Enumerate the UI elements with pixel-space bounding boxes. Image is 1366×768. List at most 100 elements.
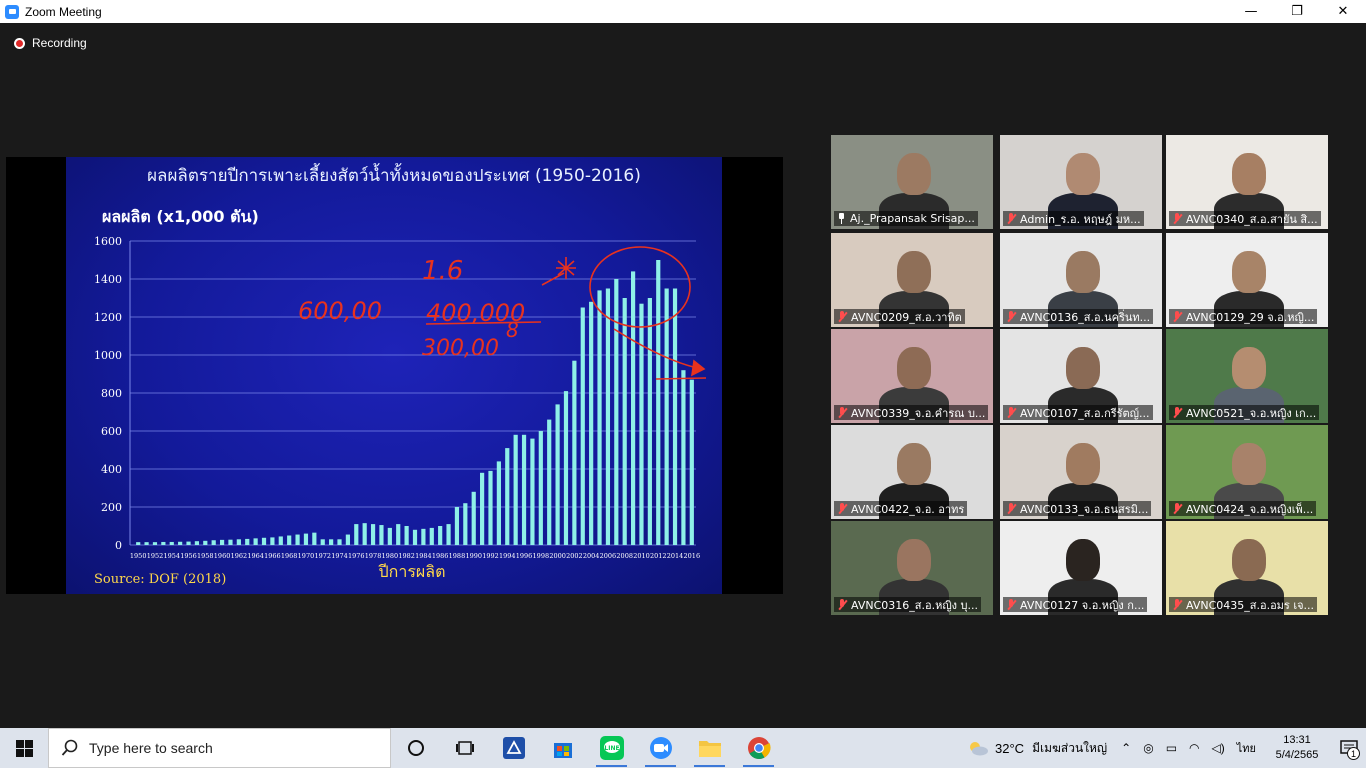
taskbar-store[interactable] (538, 728, 587, 768)
participant-face (897, 443, 931, 485)
input-language[interactable]: ไทย (1237, 739, 1256, 757)
taskbar-clock[interactable]: 13:31 5/4/2565 (1262, 733, 1332, 763)
participant-tile[interactable]: AVNC0127 จ.อ.หญิง ก... (1000, 521, 1162, 615)
bar (530, 438, 535, 545)
participant-tile[interactable]: Admin_ร.อ. หฤษฎ์ มห... (1000, 135, 1162, 229)
taskbar-search-box[interactable]: Type here to search (48, 728, 391, 768)
bar (412, 529, 418, 545)
participant-tile[interactable]: AVNC0209_ส.อ.วาทิต (831, 233, 993, 327)
task-view-button[interactable] (440, 728, 489, 768)
maximize-button[interactable]: ❐ (1274, 0, 1320, 23)
chevron-up-icon[interactable]: ⌃ (1121, 741, 1131, 755)
minimize-button[interactable]: — (1228, 0, 1274, 23)
taskbar-file-explorer[interactable] (685, 728, 734, 768)
participant-nameplate: AVNC0424_จ.อ.หญิงเพ็... (1169, 501, 1317, 516)
line-app-icon: LINE (599, 736, 624, 760)
recording-indicator[interactable]: Recording (14, 36, 87, 50)
muted-mic-icon (1172, 310, 1182, 323)
x-tick-label: 1970 (298, 552, 315, 560)
record-icon (14, 37, 25, 49)
bar (639, 303, 644, 545)
bar (278, 536, 283, 545)
zoom-app-icon (649, 737, 672, 759)
weather-widget[interactable]: 32°C มีเมฆส่วนใหญ่ (967, 739, 1107, 758)
bar (488, 470, 493, 545)
store-bag-icon (553, 743, 572, 758)
bar (597, 290, 602, 545)
x-tick-label: 2016 (684, 552, 701, 560)
bar (370, 524, 376, 545)
annotation-arrowhead (690, 359, 706, 377)
volume-icon[interactable]: ◁) (1212, 741, 1225, 755)
wifi-icon[interactable]: ◠ (1189, 741, 1199, 755)
start-button[interactable] (0, 728, 48, 768)
bar (555, 404, 560, 545)
participant-name: AVNC0209_ส.อ.วาทิต (851, 310, 962, 324)
bar (513, 434, 518, 545)
participant-tile[interactable]: AVNC0133_จ.อ.ธนสรมิ... (1000, 425, 1162, 519)
x-tick-label: 1996 (516, 552, 533, 560)
annotation-600000: 600,00 (298, 297, 382, 325)
participant-tile[interactable]: AVNC0424_จ.อ.หญิงเพ็... (1166, 425, 1328, 519)
participant-nameplate: AVNC0339_จ.อ.คำรณ บ... (834, 405, 989, 420)
bar (580, 307, 585, 545)
muted-mic-icon (1172, 406, 1182, 419)
app-triangle-icon (502, 737, 525, 759)
meet-now-icon[interactable]: ◎ (1143, 741, 1153, 755)
close-button[interactable]: ✕ (1320, 0, 1366, 23)
shared-screen[interactable]: ผลผลิตรายปีการเพาะเลี้ยงสัตว์น้ำทั้งหมดข… (6, 157, 783, 594)
bar (253, 538, 258, 545)
participant-tile[interactable]: Aj._Prapansak Srisap... (831, 135, 993, 229)
battery-icon[interactable]: ▭ (1166, 741, 1177, 755)
participant-tile[interactable]: AVNC0316_ส.อ.หญิง บุ... (831, 521, 993, 615)
participant-tile[interactable]: AVNC0422_จ.อ. อาทร (831, 425, 993, 519)
participant-tile[interactable]: AVNC0521_จ.อ.หญิง เก... (1166, 329, 1328, 423)
x-tick-label: 1956 (180, 552, 197, 560)
participant-tile[interactable]: AVNC0129_29 จ.อ.หญิ... (1166, 233, 1328, 327)
participant-tile[interactable]: AVNC0435_ส.อ.อมร เจ... (1166, 521, 1328, 615)
notification-center-button[interactable]: 1 (1332, 728, 1366, 768)
participant-tile[interactable]: AVNC0340_ส.อ.สายัน สิ... (1166, 135, 1328, 229)
x-axis-label: ปีการผลิต (378, 562, 445, 581)
y-axis-ticks: 0 200 400 600 800 1000 1200 1400 1600 (94, 235, 122, 552)
y-tick-label: 0 (115, 539, 122, 552)
participant-face (1066, 539, 1100, 581)
participant-name: AVNC0133_จ.อ.ธนสรมิ... (1020, 502, 1149, 516)
bar (169, 541, 174, 545)
bar (563, 391, 569, 545)
bar (589, 301, 594, 545)
taskbar-app-blue[interactable] (489, 728, 538, 768)
task-view-icon (455, 741, 474, 755)
weather-temp: 32°C (995, 740, 1025, 756)
aquaculture-production-chart: ผลผลิตรายปีการเพาะเลี้ยงสัตว์น้ำทั้งหมดข… (94, 163, 707, 587)
participant-face (1232, 347, 1266, 389)
bar (379, 525, 384, 545)
participant-nameplate: AVNC0136_ส.อ.นคริ่นท... (1003, 309, 1154, 324)
bar (505, 448, 510, 545)
participant-name: AVNC0424_จ.อ.หญิงเพ็... (1186, 502, 1314, 516)
participant-nameplate: AVNC0435_ส.อ.อมร เจ... (1169, 597, 1318, 612)
bar (446, 524, 451, 545)
muted-mic-icon (1172, 502, 1182, 515)
participant-tile[interactable]: AVNC0339_จ.อ.คำรณ บ... (831, 329, 993, 423)
x-tick-label: 1958 (197, 552, 214, 560)
window-controls: — ❐ ✕ (1228, 0, 1366, 23)
bar (496, 461, 501, 545)
cloudy-weather-icon (970, 742, 989, 756)
muted-mic-icon (837, 598, 847, 611)
taskbar-zoom[interactable] (636, 728, 685, 768)
participant-tile[interactable]: AVNC0107_ส.อ.กรีรัตญ์... (1000, 329, 1162, 423)
y-tick-label: 400 (101, 463, 122, 476)
participant-name: AVNC0339_จ.อ.คำรณ บ... (851, 406, 986, 420)
x-tick-label: 1968 (281, 552, 298, 560)
taskbar-line[interactable]: LINE (587, 728, 636, 768)
participant-name: AVNC0340_ส.อ.สายัน สิ... (1186, 212, 1318, 226)
bar (630, 271, 636, 545)
participant-tile[interactable]: AVNC0136_ส.อ.นคริ่นท... (1000, 233, 1162, 327)
participant-face (1232, 251, 1266, 293)
taskbar-chrome[interactable] (734, 728, 783, 768)
bar (287, 535, 292, 545)
bar (672, 288, 678, 545)
participant-face (1066, 251, 1100, 293)
cortana-button[interactable] (391, 728, 440, 768)
